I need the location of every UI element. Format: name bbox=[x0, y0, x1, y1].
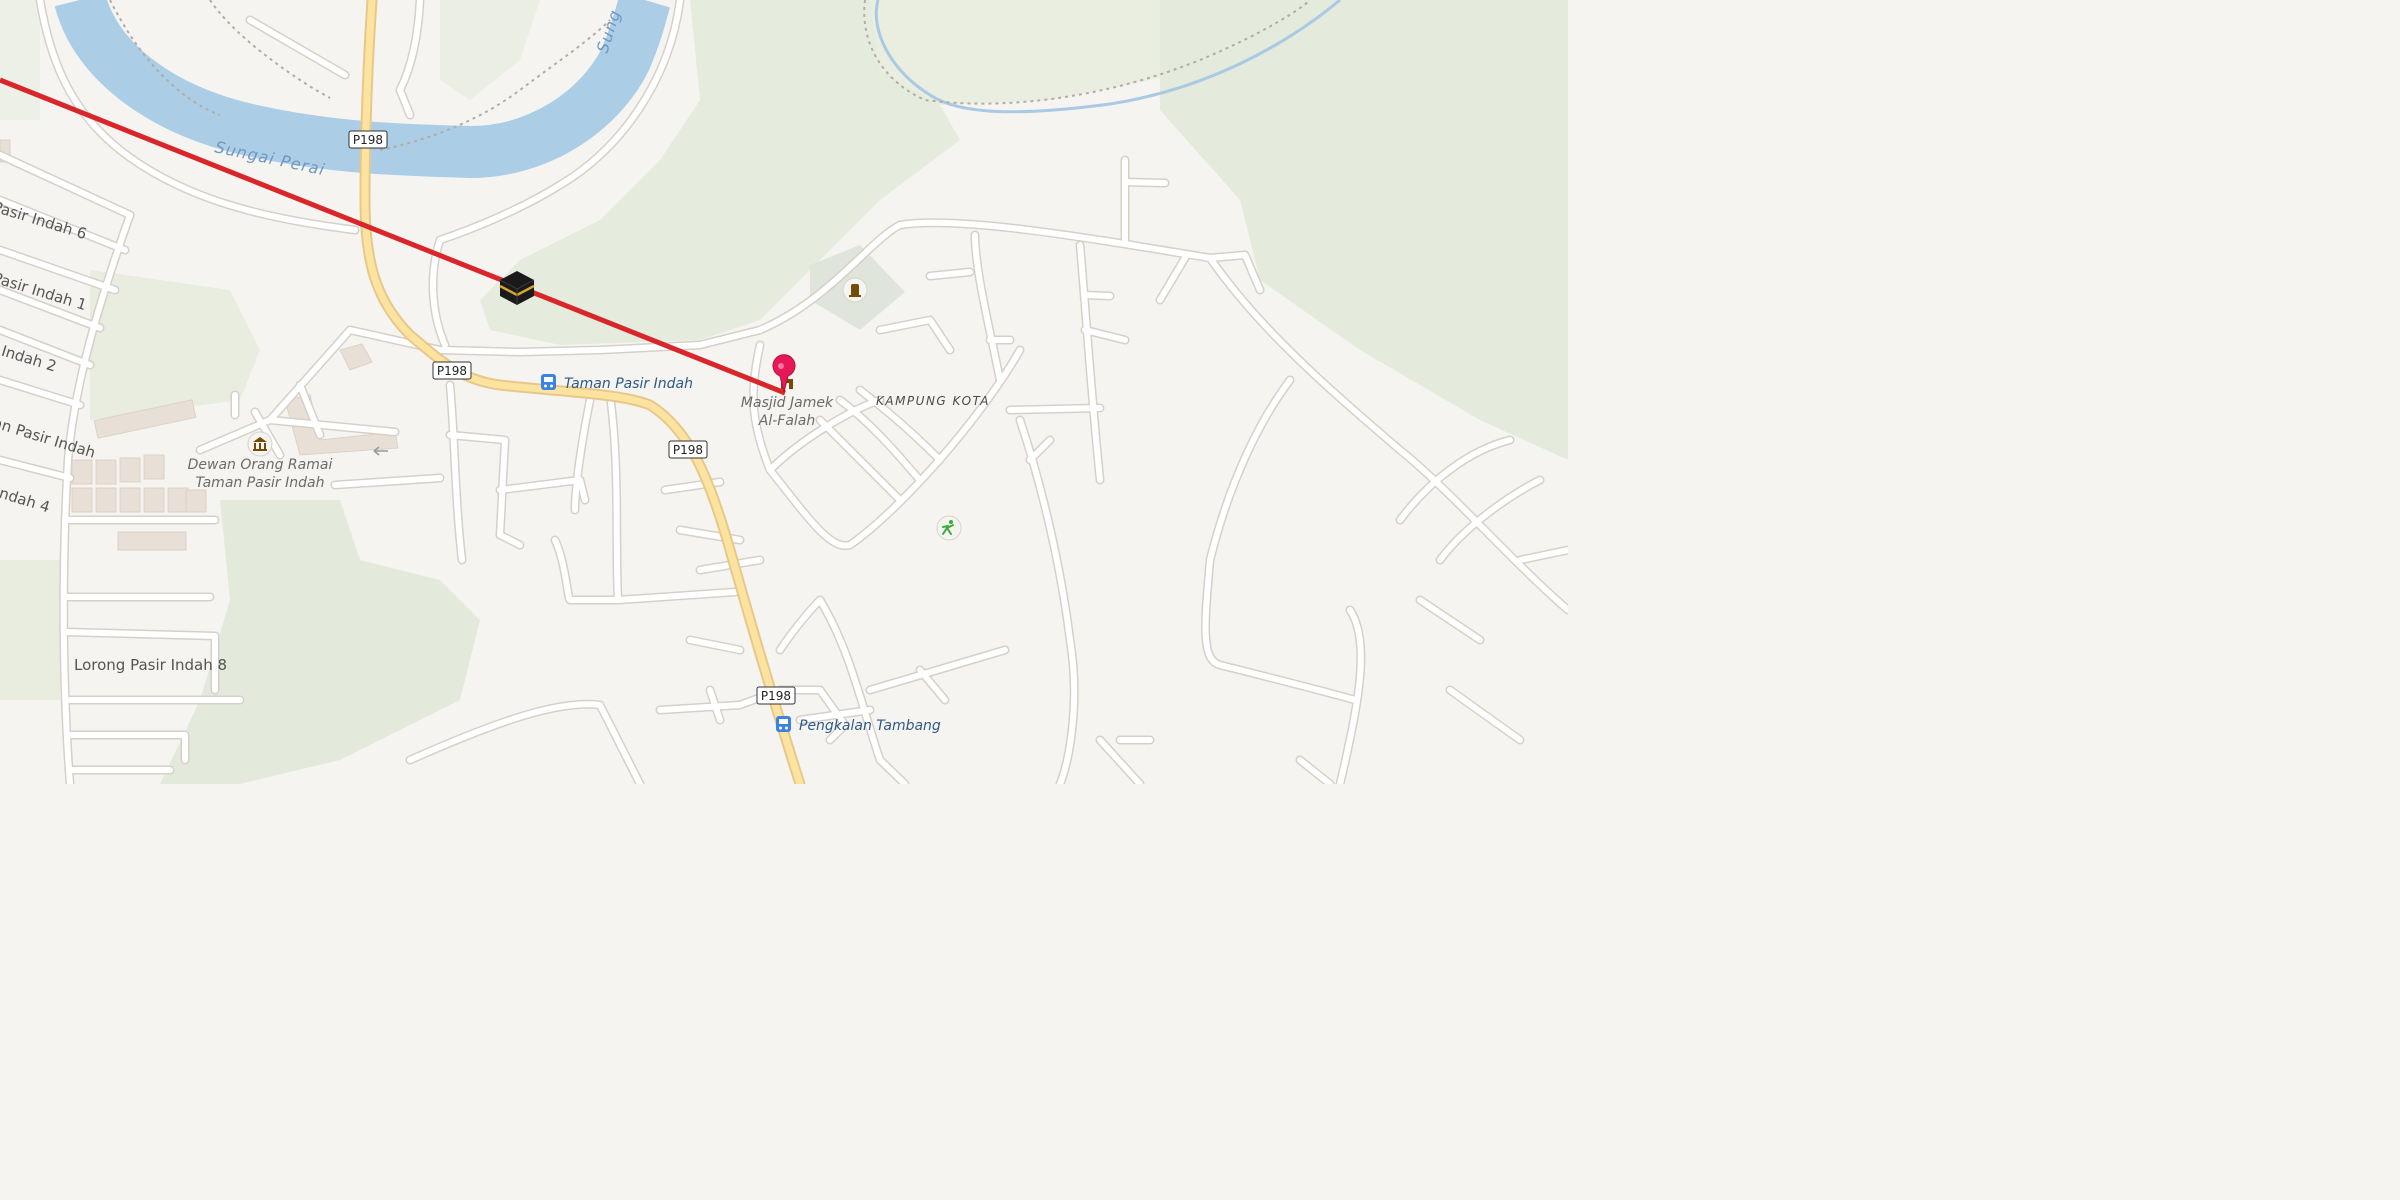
route-shield: P198 bbox=[432, 361, 472, 380]
svg-text:P198: P198 bbox=[437, 364, 467, 378]
street-label-pasir-indah-6: Pasir Indah 6 bbox=[0, 198, 89, 244]
route-shield: P198 bbox=[668, 440, 708, 459]
playground-icon[interactable] bbox=[936, 515, 962, 541]
svg-text:P198: P198 bbox=[353, 133, 383, 147]
route-shield: P198 bbox=[348, 130, 388, 149]
street-label-pasir-indah-8: Lorong Pasir Indah 8 bbox=[74, 656, 227, 674]
town-hall-icon bbox=[247, 431, 273, 457]
poi-label-line1: Masjid Jamek bbox=[741, 395, 834, 411]
street-label-pasir-indah: an Pasir Indah bbox=[0, 414, 98, 462]
poi-label-line2: Taman Pasir Indah bbox=[196, 475, 325, 491]
bus-stop-pengkalan-tambang[interactable]: Pengkalan Tambang bbox=[776, 716, 941, 734]
map-canvas[interactable]: Pasir Indah 6 Pasir Indah 1 r Indah 2 an… bbox=[0, 0, 1568, 784]
svg-text:P198: P198 bbox=[761, 689, 791, 703]
bus-stop-taman-pasir-indah[interactable]: Taman Pasir Indah bbox=[541, 374, 693, 392]
bus-stop-label: Taman Pasir Indah bbox=[564, 376, 693, 392]
bus-stop-icon bbox=[541, 374, 556, 390]
route-shield: P198 bbox=[756, 686, 796, 705]
poi-label-line2: Al-Falah bbox=[758, 413, 816, 429]
poi-label-line1: Dewan Orang Ramai bbox=[188, 457, 333, 473]
cemetery-icon[interactable] bbox=[842, 277, 868, 303]
street-label-indah-4: Indah 4 bbox=[0, 483, 52, 517]
svg-text:P198: P198 bbox=[673, 443, 703, 457]
bus-stop-icon bbox=[776, 716, 791, 732]
area-label-kampung-kota: KAMPUNG KOTA bbox=[876, 394, 990, 408]
bus-stop-label: Pengkalan Tambang bbox=[799, 718, 941, 734]
